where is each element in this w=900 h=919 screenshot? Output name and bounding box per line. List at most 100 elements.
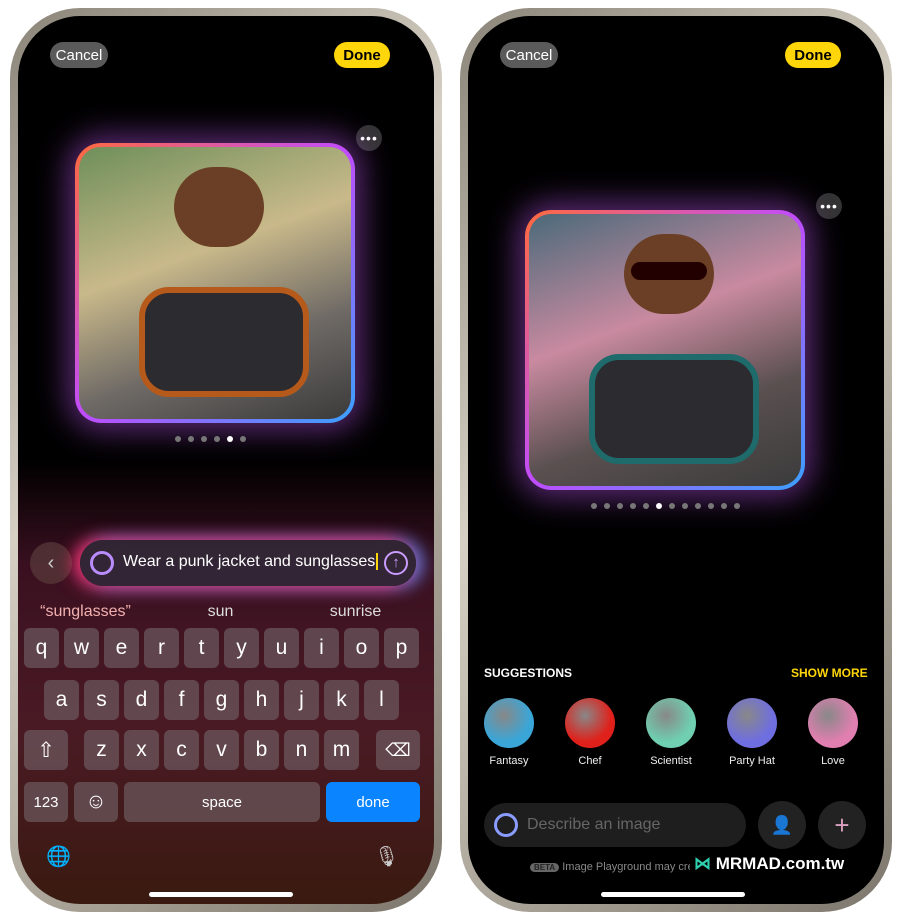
key-i[interactable]: i: [304, 628, 339, 668]
home-indicator: [149, 892, 293, 897]
motorcycle: [589, 354, 759, 464]
emoji-key[interactable]: ☺: [74, 782, 118, 822]
more-options-button[interactable]: •••: [816, 193, 842, 219]
key-v[interactable]: v: [204, 730, 239, 770]
key-j[interactable]: j: [284, 680, 319, 720]
page-dot-active[interactable]: [656, 503, 662, 509]
image-playground-icon: [90, 551, 114, 575]
key-c[interactable]: c: [164, 730, 199, 770]
key-u[interactable]: u: [264, 628, 299, 668]
page-dot[interactable]: [604, 503, 610, 509]
key-h[interactable]: h: [244, 680, 279, 720]
suggestion-love-icon[interactable]: [808, 698, 858, 748]
page-dot[interactable]: [617, 503, 623, 509]
cancel-button[interactable]: Cancel: [50, 42, 108, 68]
page-dot[interactable]: [682, 503, 688, 509]
space-key[interactable]: space: [124, 782, 320, 822]
page-indicator[interactable]: [591, 503, 740, 509]
done-button[interactable]: Done: [785, 42, 841, 68]
phone-right: Cancel Done ••• SUGGESTIONS SHOW MORE Fa…: [460, 8, 892, 912]
prompt-text: Wear a punk jacket and sunglasses: [123, 553, 379, 571]
prompt-input[interactable]: Wear a punk jacket and sunglasses ↑: [80, 540, 416, 586]
chevron-left-icon: ‹: [47, 551, 55, 574]
page-dot[interactable]: [669, 503, 675, 509]
key-e[interactable]: e: [104, 628, 139, 668]
generated-image: [75, 143, 355, 423]
describe-image-input[interactable]: Describe an image: [484, 803, 746, 847]
suggestion-label[interactable]: Party Hat: [712, 755, 792, 767]
key-x[interactable]: x: [124, 730, 159, 770]
cancel-button[interactable]: Cancel: [500, 42, 558, 68]
page-dot[interactable]: [708, 503, 714, 509]
page-dot-active[interactable]: [227, 436, 233, 442]
key-t[interactable]: t: [184, 628, 219, 668]
key-g[interactable]: g: [204, 680, 239, 720]
page-dot[interactable]: [201, 436, 207, 442]
suggestion-label[interactable]: Love: [793, 755, 873, 767]
suggestion-label[interactable]: Scientist: [631, 755, 711, 767]
page-dot[interactable]: [188, 436, 194, 442]
done-key[interactable]: done: [326, 782, 420, 822]
key-a[interactable]: a: [44, 680, 79, 720]
key-m[interactable]: m: [324, 730, 359, 770]
microphone-icon[interactable]: 🎙: [374, 844, 399, 869]
suggestion-chef-icon[interactable]: [565, 698, 615, 748]
prompt-placeholder: Describe an image: [527, 816, 661, 833]
suggestion-scientist-icon[interactable]: [646, 698, 696, 748]
generated-image: [525, 210, 805, 490]
key-l[interactable]: l: [364, 680, 399, 720]
suggestion-label[interactable]: Fantasy: [469, 755, 549, 767]
page-dot[interactable]: [630, 503, 636, 509]
watermark: ⋈ MRMAD.com.tw: [690, 854, 849, 874]
key-f[interactable]: f: [164, 680, 199, 720]
arrow-up-icon: ↑: [392, 554, 400, 571]
beta-badge: BETA: [530, 863, 560, 872]
shift-key[interactable]: ⇧: [24, 730, 68, 770]
key-p[interactable]: p: [384, 628, 419, 668]
key-b[interactable]: b: [244, 730, 279, 770]
page-dot[interactable]: [240, 436, 246, 442]
done-button[interactable]: Done: [334, 42, 390, 68]
suggestion-fantasy-icon[interactable]: [484, 698, 534, 748]
page-dot[interactable]: [643, 503, 649, 509]
page-dot[interactable]: [734, 503, 740, 509]
numbers-key[interactable]: 123: [24, 782, 68, 822]
key-o[interactable]: o: [344, 628, 379, 668]
key-d[interactable]: d: [124, 680, 159, 720]
home-indicator: [601, 892, 745, 897]
person-button[interactable]: 👤: [758, 801, 806, 849]
key-w[interactable]: w: [64, 628, 99, 668]
screen-left: Cancel Done ••• ‹ Wear a punk jacket and…: [18, 16, 434, 904]
more-options-button[interactable]: •••: [356, 125, 382, 151]
globe-icon[interactable]: 🌐: [46, 844, 71, 869]
key-r[interactable]: r: [144, 628, 179, 668]
sunglasses: [631, 262, 707, 280]
key-n[interactable]: n: [284, 730, 319, 770]
page-dot[interactable]: [591, 503, 597, 509]
delete-key[interactable]: ⌫: [376, 730, 420, 770]
key-k[interactable]: k: [324, 680, 359, 720]
back-button[interactable]: ‹: [30, 542, 72, 584]
screen-right: Cancel Done ••• SUGGESTIONS SHOW MORE Fa…: [468, 16, 884, 904]
page-dot[interactable]: [721, 503, 727, 509]
motorcycle: [139, 287, 309, 397]
key-s[interactable]: s: [84, 680, 119, 720]
key-z[interactable]: z: [84, 730, 119, 770]
key-y[interactable]: y: [224, 628, 259, 668]
suggestion-party-hat-icon[interactable]: [727, 698, 777, 748]
add-button[interactable]: +: [818, 801, 866, 849]
page-indicator[interactable]: [175, 436, 246, 442]
autocorrect-suggestion[interactable]: sun: [153, 603, 288, 621]
page-dot[interactable]: [175, 436, 181, 442]
page-dot[interactable]: [214, 436, 220, 442]
plus-icon: +: [834, 809, 850, 840]
send-button[interactable]: ↑: [384, 551, 408, 575]
autocorrect-suggestion[interactable]: “sunglasses”: [18, 603, 153, 621]
key-q[interactable]: q: [24, 628, 59, 668]
suggestion-label[interactable]: Chef: [550, 755, 630, 767]
suggestions-title: SUGGESTIONS: [484, 666, 573, 680]
autocorrect-suggestion[interactable]: sunrise: [288, 603, 423, 621]
person-icon: 👤: [770, 814, 794, 835]
page-dot[interactable]: [695, 503, 701, 509]
show-more-link[interactable]: SHOW MORE: [791, 666, 868, 680]
